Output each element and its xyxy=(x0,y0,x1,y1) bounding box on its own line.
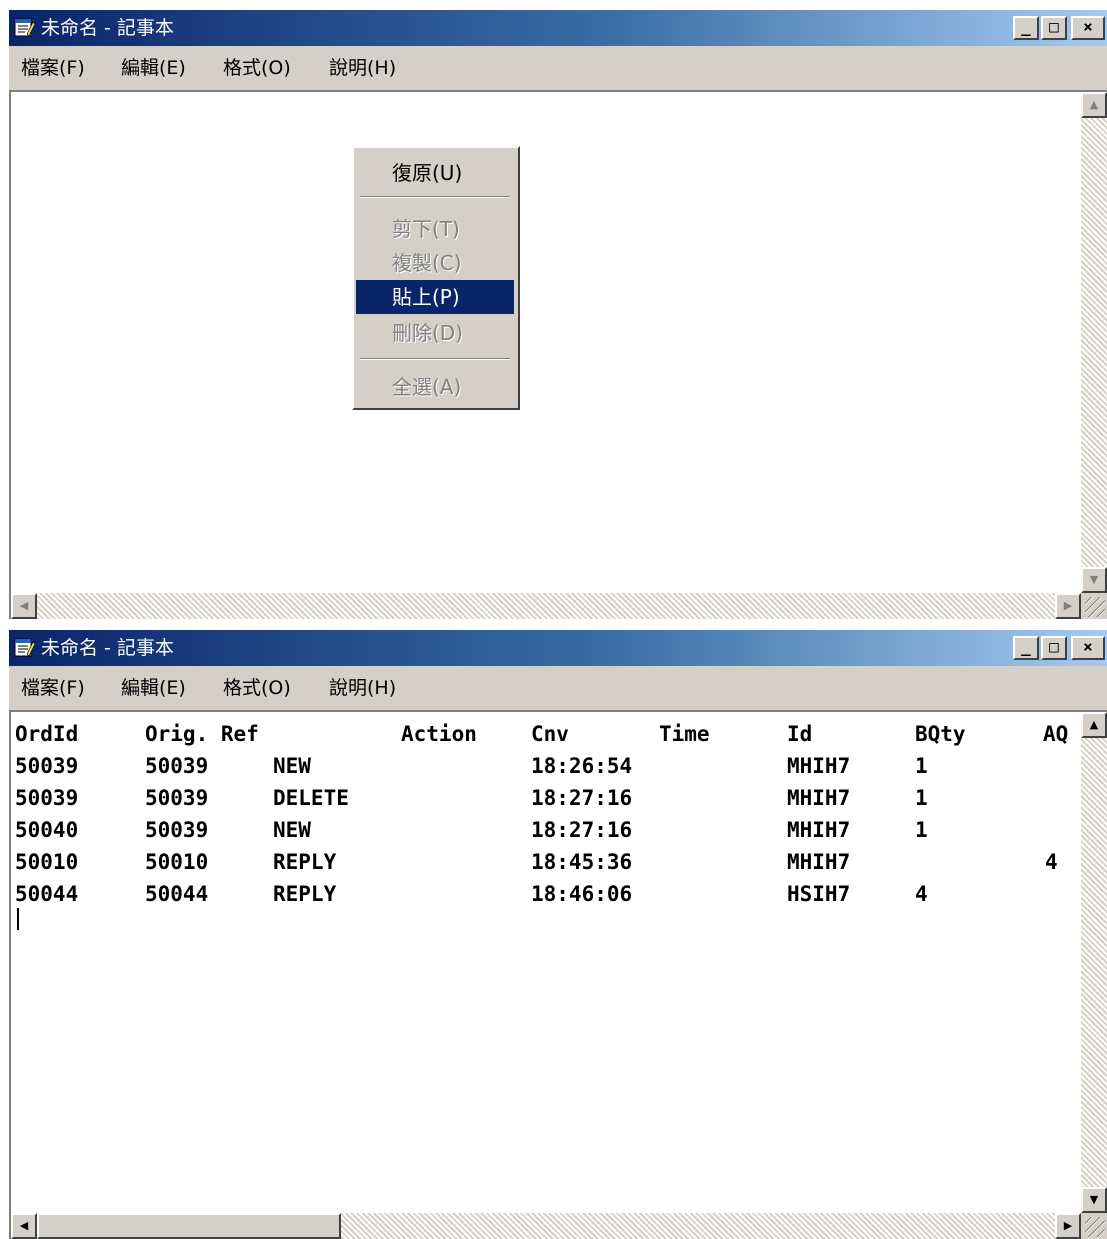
context-menu-select-all[interactable]: 全選(A) xyxy=(356,370,514,404)
cell-bqty: 1 xyxy=(915,818,928,842)
notepad-icon xyxy=(14,18,35,37)
col-ordid-header: OrdId xyxy=(15,722,79,746)
col-id-header: Id xyxy=(787,722,813,746)
context-menu-undo[interactable]: 復原(U) xyxy=(356,156,514,190)
title-bar[interactable]: 未命名 - 記事本 _ □ × xyxy=(9,10,1107,46)
col-aqty-header: AQ xyxy=(1043,722,1069,746)
cell-origref: 50010 xyxy=(145,850,209,874)
menu-help[interactable]: 說明(H) xyxy=(329,668,396,708)
cell-action: DELETE xyxy=(273,786,349,810)
text-editor[interactable]: ▲ ▼ ◀ ▶ xyxy=(9,90,1107,619)
cell-time: 18:46:06 xyxy=(531,882,633,906)
menu-edit[interactable]: 編輯(E) xyxy=(121,668,186,708)
close-button[interactable]: × xyxy=(1071,636,1105,660)
notepad-window-1: 未命名 - 記事本 _ □ × 檔案(F) 編輯(E) 格式(O) 說明(H) … xyxy=(7,8,1107,619)
menu-bar: 檔案(F) 編輯(E) 格式(O) 說明(H) xyxy=(9,668,1107,708)
cell-bqty: 1 xyxy=(915,786,928,810)
cell-bqty: 4 xyxy=(915,882,928,906)
cell-action: REPLY xyxy=(273,882,337,906)
text-editor[interactable]: OrdId Orig. Ref Action Cnv Time Id BQty … xyxy=(9,710,1107,1239)
cell-ordid: 50039 xyxy=(15,754,79,778)
notepad-window-2: 未命名 - 記事本 _ □ × 檔案(F) 編輯(E) 格式(O) 說明(H) … xyxy=(7,628,1107,1239)
scroll-right-button[interactable]: ▶ xyxy=(1055,593,1081,619)
scroll-up-button[interactable]: ▲ xyxy=(1081,712,1107,738)
scroll-down-button[interactable]: ▼ xyxy=(1081,567,1107,593)
size-grip[interactable] xyxy=(1081,1213,1107,1239)
cell-action: NEW xyxy=(273,818,311,842)
maximize-button[interactable]: □ xyxy=(1041,16,1067,40)
horizontal-scrollbar[interactable]: ◀ ▶ xyxy=(11,1213,1081,1239)
scroll-down-button[interactable]: ▼ xyxy=(1081,1187,1107,1213)
scroll-left-button[interactable]: ◀ xyxy=(11,593,37,619)
scroll-left-button[interactable]: ◀ xyxy=(11,1213,37,1239)
col-origref-header: Orig. Ref xyxy=(145,722,259,746)
scroll-up-button[interactable]: ▲ xyxy=(1081,92,1107,118)
header-line: OrdId Orig. Ref Action Cnv Time Id BQty … xyxy=(15,718,1068,750)
menu-help[interactable]: 說明(H) xyxy=(329,48,396,88)
context-menu-cut[interactable]: 剪下(T) xyxy=(356,212,514,246)
cell-id: MHIH7 xyxy=(787,754,851,778)
cell-origref: 50039 xyxy=(145,754,209,778)
cell-ordid: 50040 xyxy=(15,818,79,842)
context-menu-delete[interactable]: 刪除(D) xyxy=(356,316,514,350)
context-menu-copy[interactable]: 複製(C) xyxy=(356,246,514,280)
scroll-right-button[interactable]: ▶ xyxy=(1055,1213,1081,1239)
horizontal-scrollbar[interactable]: ◀ ▶ xyxy=(11,593,1081,619)
window-title: 未命名 - 記事本 xyxy=(41,17,174,39)
vertical-scrollbar[interactable]: ▲ ▼ xyxy=(1081,712,1107,1213)
edit-context-menu: 復原(U) 剪下(T) 複製(C) 貼上(P) 刪除(D) 全選(A) xyxy=(352,146,520,410)
cell-action: NEW xyxy=(273,754,311,778)
cell-aqty: 4 xyxy=(1045,850,1058,874)
menu-file[interactable]: 檔案(F) xyxy=(21,668,85,708)
cell-ordid: 50044 xyxy=(15,882,79,906)
text-caret xyxy=(17,908,19,930)
window-title: 未命名 - 記事本 xyxy=(41,637,174,659)
resize-grip-icon xyxy=(1085,1217,1105,1237)
context-menu-separator xyxy=(360,196,510,198)
context-menu-separator xyxy=(360,358,510,360)
cell-id: HSIH7 xyxy=(787,882,851,906)
cell-ordid: 50010 xyxy=(15,850,79,874)
scroll-thumb[interactable] xyxy=(37,1213,341,1239)
cell-time: 18:45:36 xyxy=(531,850,633,874)
cell-id: MHIH7 xyxy=(787,850,851,874)
cell-origref: 50044 xyxy=(145,882,209,906)
vertical-scrollbar[interactable]: ▲ ▼ xyxy=(1081,92,1107,593)
menu-file[interactable]: 檔案(F) xyxy=(21,48,85,88)
menu-format[interactable]: 格式(O) xyxy=(223,668,291,708)
col-time-header: Time xyxy=(659,722,710,746)
close-button[interactable]: × xyxy=(1071,16,1105,40)
notepad-icon xyxy=(14,638,35,657)
col-bqty-header: BQty xyxy=(915,722,966,746)
minimize-button[interactable]: _ xyxy=(1013,16,1039,40)
cell-origref: 50039 xyxy=(145,786,209,810)
col-action-header: Action xyxy=(401,722,477,746)
cell-bqty: 1 xyxy=(915,754,928,778)
resize-grip-icon xyxy=(1085,597,1105,617)
minimize-button[interactable]: _ xyxy=(1013,636,1039,660)
col-cnv-header: Cnv xyxy=(531,722,569,746)
cell-time: 18:27:16 xyxy=(531,818,633,842)
menu-format[interactable]: 格式(O) xyxy=(223,48,291,88)
context-menu-paste[interactable]: 貼上(P) xyxy=(356,280,514,314)
menu-edit[interactable]: 編輯(E) xyxy=(121,48,186,88)
cell-time: 18:27:16 xyxy=(531,786,633,810)
cell-time: 18:26:54 xyxy=(531,754,633,778)
menu-bar: 檔案(F) 編輯(E) 格式(O) 說明(H) xyxy=(9,48,1107,88)
title-bar[interactable]: 未命名 - 記事本 _ □ × xyxy=(9,630,1107,666)
cell-origref: 50039 xyxy=(145,818,209,842)
cell-id: MHIH7 xyxy=(787,818,851,842)
size-grip[interactable] xyxy=(1081,593,1107,619)
cell-ordid: 50039 xyxy=(15,786,79,810)
maximize-button[interactable]: □ xyxy=(1041,636,1067,660)
cell-id: MHIH7 xyxy=(787,786,851,810)
cell-action: REPLY xyxy=(273,850,337,874)
